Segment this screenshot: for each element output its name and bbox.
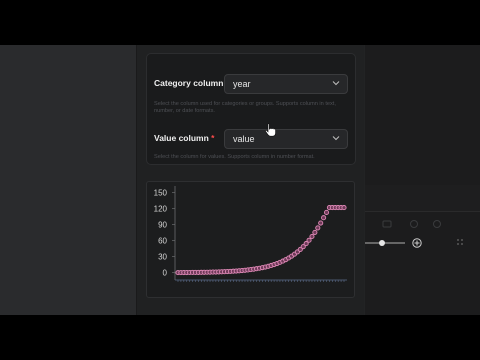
chart-container: 150 120 90 60 30 0 (146, 181, 355, 298)
y-tick-label: 30 (158, 253, 167, 262)
category-column-value: year (233, 79, 251, 89)
category-column-help: Select the column used for categories or… (154, 101, 336, 114)
value-column-help: Select the column for values. Supports c… (154, 154, 315, 160)
data-point (341, 205, 347, 211)
category-column-label: Category column * (154, 78, 229, 88)
data-point (323, 209, 330, 215)
settings-panel: Category column * year Select the column… (146, 53, 356, 165)
right-toolbar (365, 185, 480, 212)
y-tick-label: 90 (158, 221, 167, 230)
data-point (315, 225, 321, 231)
x-axis (175, 279, 347, 282)
data-points (175, 205, 347, 276)
y-tick-label: 0 (163, 269, 168, 278)
data-point (312, 229, 318, 235)
y-tick-label: 120 (154, 205, 168, 214)
main-column: Category column * year Select the column… (137, 45, 364, 315)
scatter-chart: 150 120 90 60 30 0 (154, 186, 347, 282)
data-point (309, 233, 315, 240)
app-screen: Category column * year Select the column… (0, 45, 480, 315)
required-asterisk: * (211, 133, 215, 143)
value-column-select[interactable]: value (224, 129, 348, 149)
value-column-label-text: Value column (154, 133, 209, 143)
y-tick-label: 150 (154, 189, 168, 198)
data-point (321, 215, 327, 221)
value-column-label: Value column * (154, 133, 214, 143)
left-sidebar (0, 45, 137, 315)
data-point (318, 220, 324, 226)
category-column-select[interactable]: year (224, 74, 348, 94)
zoom-slider[interactable] (365, 231, 480, 251)
value-column-value: value (233, 134, 255, 144)
category-column-label-text: Category column (154, 78, 224, 88)
chevron-down-icon (332, 136, 340, 141)
right-panel (365, 45, 480, 315)
y-axis: 150 120 90 60 30 0 (154, 186, 176, 280)
data-point (306, 237, 312, 243)
hand-pointer-icon (264, 123, 276, 137)
y-tick-label: 60 (158, 237, 167, 246)
chevron-down-icon (332, 81, 340, 86)
